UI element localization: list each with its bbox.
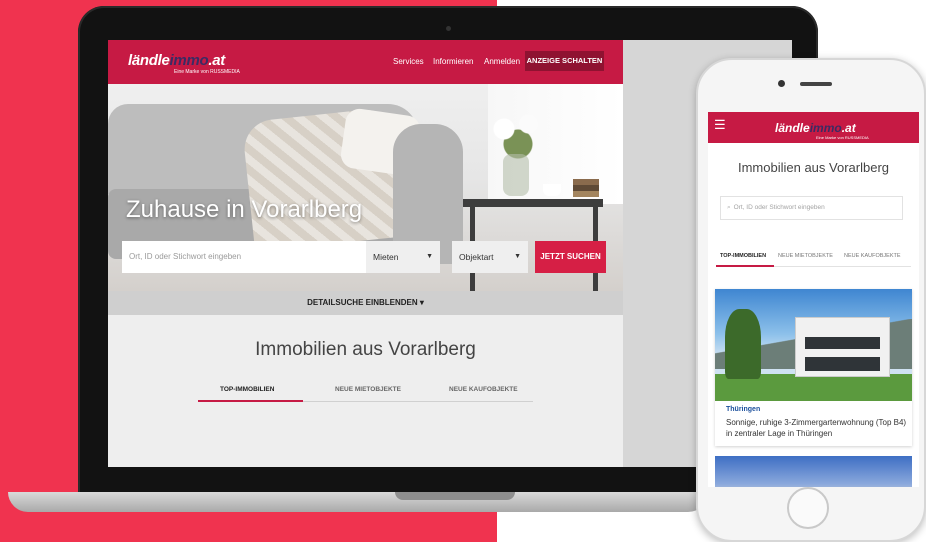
chevron-down-icon: ▼ xyxy=(514,253,521,260)
tab-top-immobilien[interactable]: TOP-IMMOBILIEN xyxy=(220,386,274,393)
phone-logo[interactable]: ländleimmo.at xyxy=(775,121,856,135)
tab-neue-kaufobjekte[interactable]: NEUE KAUFOBJEKTE xyxy=(449,386,518,393)
search-button[interactable]: JETZT SUCHEN xyxy=(535,241,606,273)
search-input[interactable]: Ort, ID oder Stichwort eingeben xyxy=(122,241,366,273)
logo-part: .at xyxy=(208,52,225,69)
top-nav: ländleimmo.at Eine Marke von RUSSMEDIA S… xyxy=(108,40,623,84)
nav-link-anmelden[interactable]: Anmelden xyxy=(484,57,520,66)
detail-search-toggle[interactable]: DETAILSUCHE EINBLENDEN ▾ xyxy=(108,291,623,315)
listing-location: Thüringen xyxy=(726,406,761,413)
logo-part: immo xyxy=(169,52,209,69)
tab-neue-kaufobjekte[interactable]: NEUE KAUFOBJEKTE xyxy=(844,253,901,259)
search-icon: ⌕ xyxy=(727,204,731,211)
hero-cup xyxy=(543,184,561,196)
hamburger-menu-icon[interactable]: ☰ xyxy=(714,118,726,131)
hero-banner: Zuhause in Vorarlberg Ort, ID oder Stich… xyxy=(108,84,623,291)
active-tab-indicator xyxy=(716,265,774,267)
image-house-window xyxy=(805,357,880,371)
logo-part: immo xyxy=(809,121,842,135)
hero-flowers xyxy=(483,109,553,159)
phone-search-placeholder: Ort, ID oder Stichwort eingeben xyxy=(733,204,825,211)
logo-tagline: Eine Marke von RUSSMEDIA xyxy=(174,69,240,75)
listings-section: Immobilien aus Vorarlberg TOP-IMMOBILIEN… xyxy=(108,315,623,467)
image-tree xyxy=(725,309,761,379)
objektart-select-value: Objektart xyxy=(459,252,494,262)
phone-logo-tagline: Eine Marke von RUSSMEDIA xyxy=(816,135,869,140)
tab-top-immobilien[interactable]: TOP-IMMOBILIEN xyxy=(720,253,766,259)
hero-books xyxy=(573,179,599,197)
logo-part: ländle xyxy=(128,52,170,69)
hero-vase xyxy=(503,154,529,196)
mode-select[interactable]: Mieten ▼ xyxy=(366,241,440,273)
nav-link-services[interactable]: Services xyxy=(393,57,424,66)
tab-neue-mietobjekte[interactable]: NEUE MIETOBJEKTE xyxy=(335,386,401,393)
website: ländleimmo.at Eine Marke von RUSSMEDIA S… xyxy=(108,40,623,467)
phone-home-button[interactable] xyxy=(787,487,829,529)
laptop-camera xyxy=(446,26,451,31)
hero-title: Zuhause in Vorarlberg xyxy=(126,196,363,223)
laptop-base xyxy=(8,492,708,512)
site-logo[interactable]: ländleimmo.at xyxy=(128,52,225,69)
phone-nav: ☰ ländleimmo.at Eine Marke von RUSSMEDIA xyxy=(708,112,919,143)
objektart-select[interactable]: Objektart ▼ xyxy=(452,241,528,273)
phone-section-title: Immobilien aus Vorarlberg xyxy=(737,160,890,175)
phone-screen: ☰ ländleimmo.at Eine Marke von RUSSMEDIA… xyxy=(708,112,919,487)
active-tab-indicator xyxy=(198,400,303,402)
phone-tabs: TOP-IMMOBILIEN NEUE MIETOBJEKTE NEUE KAU… xyxy=(716,250,911,267)
logo-part: .at xyxy=(841,121,856,135)
tab-neue-mietobjekte[interactable]: NEUE MIETOBJEKTE xyxy=(778,253,833,259)
mode-select-value: Mieten xyxy=(373,252,399,262)
anzeige-schalten-button[interactable]: ANZEIGE SCHALTEN xyxy=(525,51,604,71)
laptop-screen: ländleimmo.at Eine Marke von RUSSMEDIA S… xyxy=(108,40,792,467)
phone-camera xyxy=(778,80,785,87)
phone-speaker xyxy=(800,82,832,86)
laptop-notch xyxy=(395,492,515,500)
nav-link-informieren[interactable]: Informieren xyxy=(433,57,473,66)
detail-search-label: DETAILSUCHE EINBLENDEN xyxy=(307,298,418,307)
phone-search-input[interactable]: ⌕ Ort, ID oder Stichwort eingeben xyxy=(720,196,903,220)
caret-down-icon: ▾ xyxy=(419,298,424,307)
image-house-window xyxy=(805,337,880,349)
listing-image xyxy=(715,289,912,401)
listing-tabs: TOP-IMMOBILIEN NEUE MIETOBJEKTE NEUE KAU… xyxy=(198,380,533,402)
listing-card-next[interactable] xyxy=(715,456,912,487)
listing-title[interactable]: Sonnige, ruhige 3-Zimmergartenwohnung (T… xyxy=(726,417,908,439)
chevron-down-icon: ▼ xyxy=(426,253,433,260)
section-title: Immobilien aus Vorarlberg xyxy=(255,339,476,360)
hero-table xyxy=(463,199,603,207)
listing-card[interactable]: Thüringen Sonnige, ruhige 3-Zimmergarten… xyxy=(715,289,912,446)
logo-part: ländle xyxy=(775,121,810,135)
